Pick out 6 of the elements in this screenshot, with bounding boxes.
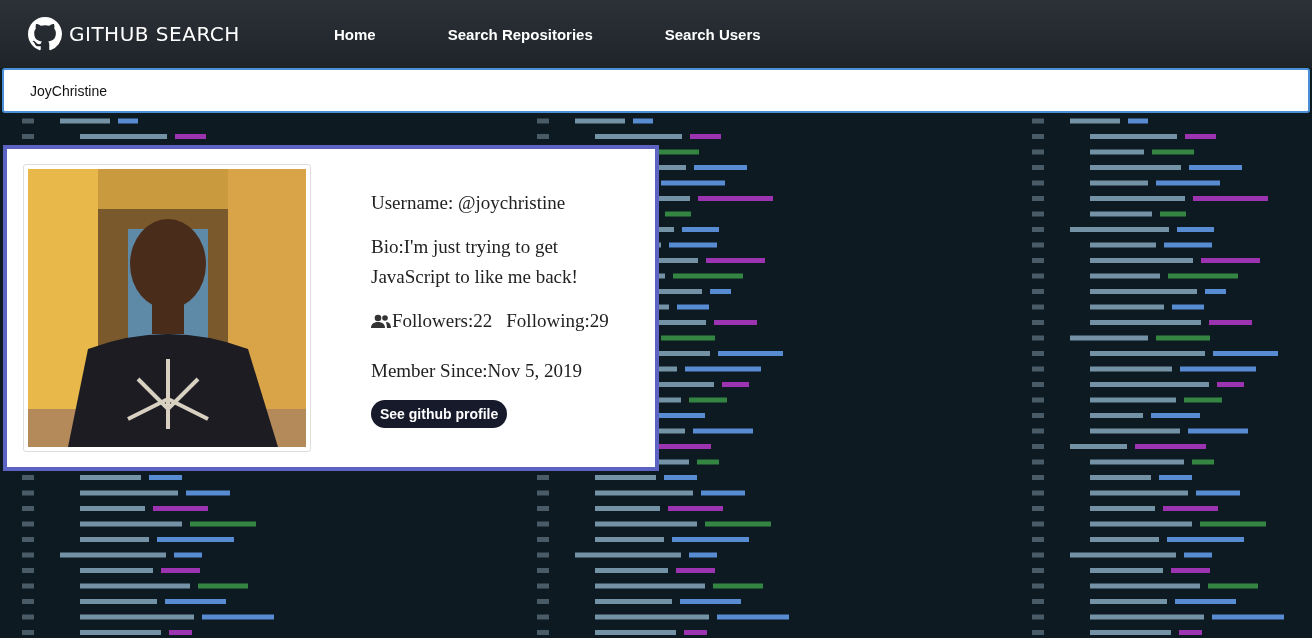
search-field[interactable]: JoyChristine	[2, 68, 1310, 113]
nav-link[interactable]: Search Repositories	[447, 25, 593, 43]
nav-link[interactable]: Home	[334, 25, 376, 43]
logo-text[interactable]: GITHUB SEARCH	[69, 22, 240, 46]
cat-logo-icon	[28, 17, 62, 51]
nav-link[interactable]: Search Users	[664, 25, 761, 43]
